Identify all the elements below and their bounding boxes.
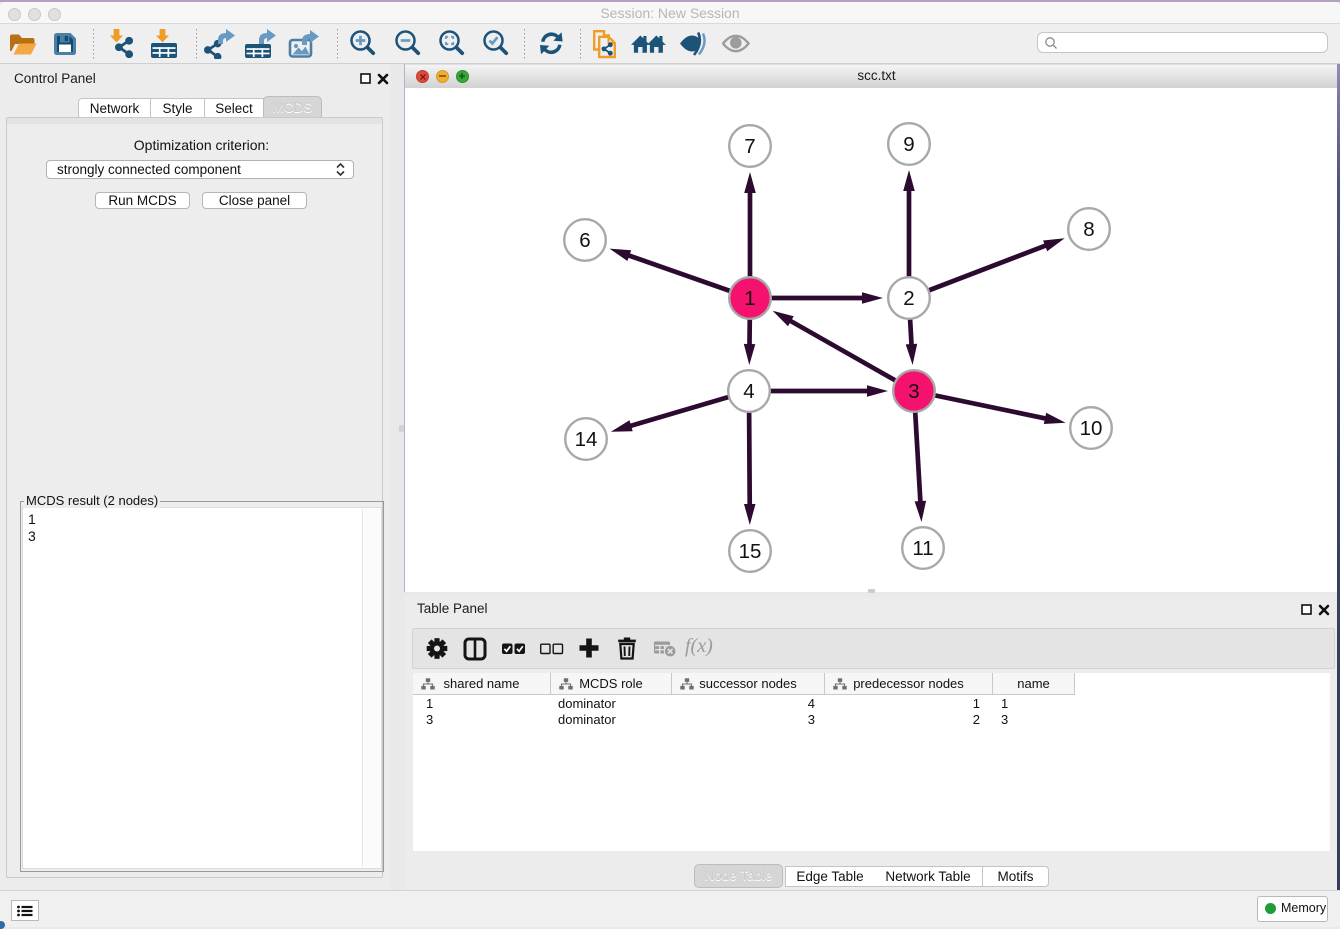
svg-text:6: 6 [579,229,590,252]
svg-text:9: 9 [903,133,914,156]
svg-text:14: 14 [575,428,598,451]
svg-text:10: 10 [1080,417,1103,440]
svg-text:3: 3 [908,380,919,403]
svg-text:4: 4 [743,380,754,403]
svg-text:1: 1 [744,287,755,310]
svg-text:15: 15 [739,540,762,563]
svg-text:2: 2 [903,287,914,310]
svg-text:8: 8 [1083,218,1094,241]
svg-text:7: 7 [744,135,755,158]
svg-text:11: 11 [912,537,933,560]
